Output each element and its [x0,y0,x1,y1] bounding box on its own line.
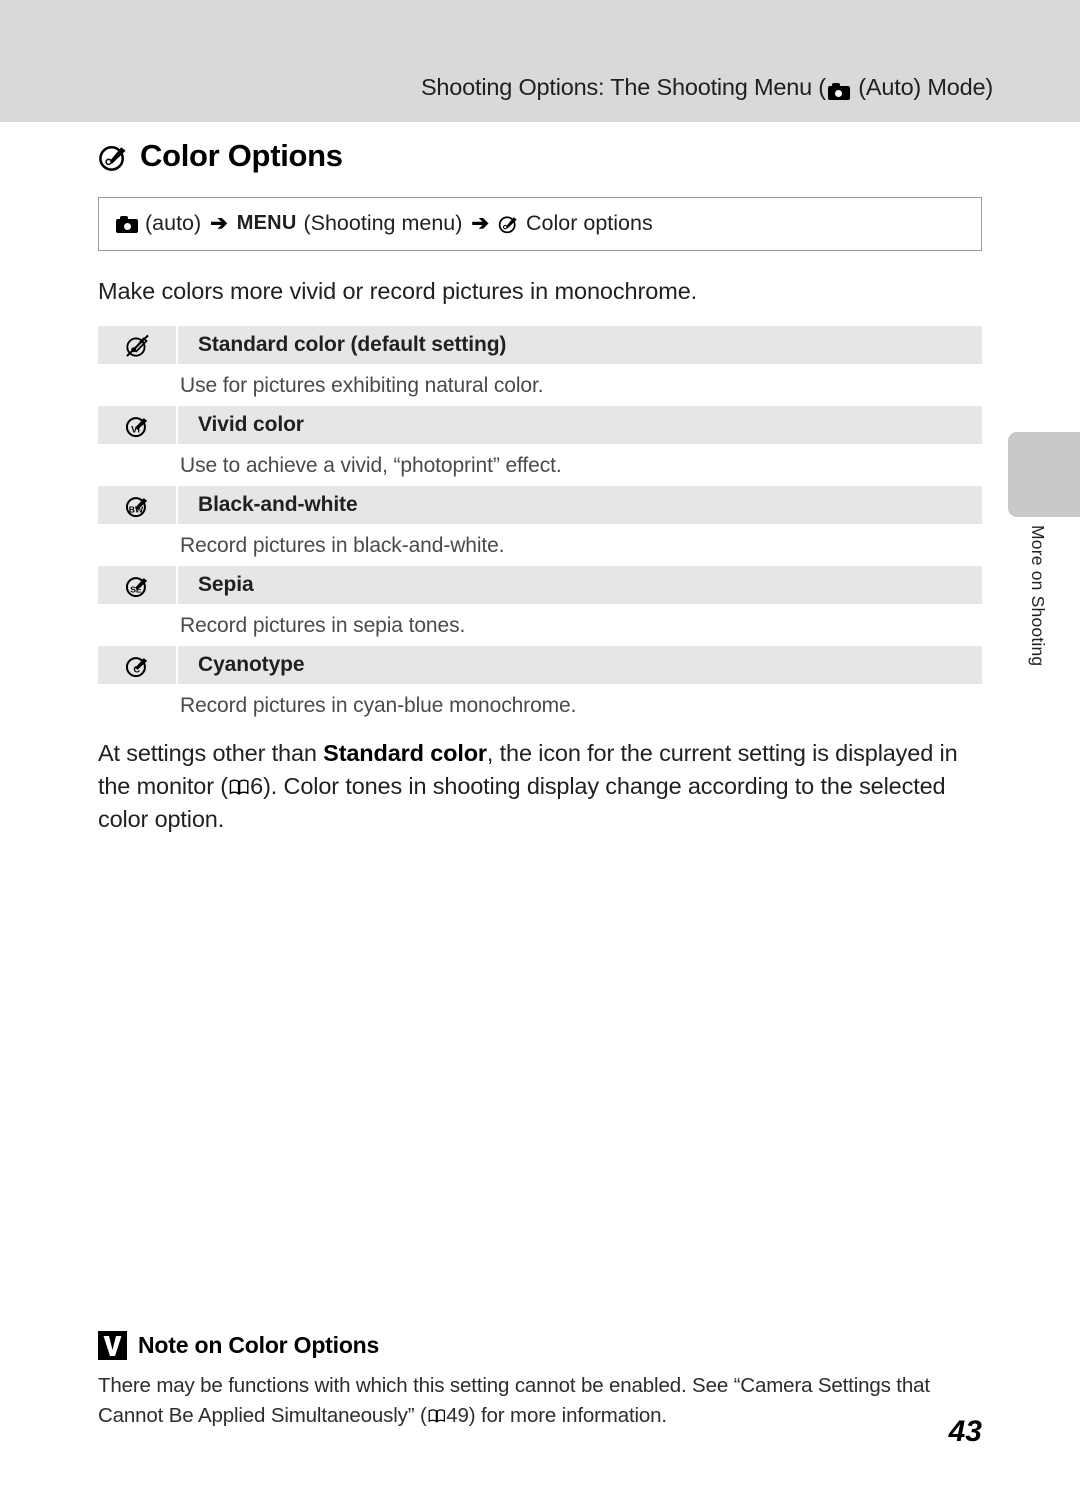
table-row: C Cyanotype [98,646,982,684]
running-header: Shooting Options: The Shooting Menu ( (A… [0,74,993,103]
section-tab-marker [1008,432,1080,517]
header-band [0,0,1080,122]
check-mark-badge-icon [98,1331,127,1360]
svg-text:C: C [133,664,140,674]
option-name: Vivid color [198,413,304,436]
page-title: Color Options [98,138,343,174]
breadcrumb-step-auto: (auto) [145,211,202,235]
table-row: Standard color (default setting) [98,326,982,364]
note-heading-text: Note on Color Options [138,1332,380,1358]
arrow-right-icon: ➔ [210,212,228,235]
option-description: Record pictures in cyan-blue monochrome. [98,685,982,726]
note-heading: Note on Color Options [98,1331,379,1360]
open-book-icon [428,1407,446,1425]
color-options-table: Standard color (default setting) Use for… [98,326,982,726]
breadcrumb-step-shooting-menu: (Shooting menu) [303,211,463,235]
camera-auto-icon [116,211,138,236]
svg-text:VI: VI [131,424,140,434]
section-tab-label: More on Shooting [1028,525,1048,667]
option-name: Cyanotype [198,653,305,676]
intro-text: Make colors more vivid or record picture… [98,278,698,304]
color-options-brush-icon [98,141,129,172]
body-part-1: At settings other than [98,740,324,766]
table-row: VI Vivid color [98,406,982,444]
color-options-brush-icon [498,213,519,234]
brush-sepia-icon: SE [98,566,178,604]
page-title-text: Color Options [140,138,343,173]
option-description: Record pictures in sepia tones. [98,605,982,646]
svg-text:BW: BW [128,504,143,514]
table-row: BW Black-and-white [98,486,982,524]
breadcrumb-menu-button-label: MENU [236,212,297,234]
option-description: Use to achieve a vivid, “photoprint” eff… [98,445,982,486]
brush-cyanotype-icon: C [98,646,178,684]
brush-crossed-out-icon [98,326,178,364]
breadcrumb-step-color-options: Color options [526,211,653,235]
open-book-icon [229,777,249,797]
brush-vivid-icon: VI [98,406,178,444]
body-page-ref: 6 [250,773,264,799]
note-body: There may be functions with which this s… [98,1371,998,1431]
table-row: SE Sepia [98,566,982,604]
body-bold-standard-color: Standard color [323,740,487,766]
option-name: Black-and-white [198,493,358,516]
note-body-part-2: ) for more information. [468,1404,667,1427]
running-header-text-after: (Auto) Mode) [851,74,993,100]
option-description: Record pictures in black-and-white. [98,525,982,566]
breadcrumb: (auto) ➔ MENU (Shooting menu) ➔ Color op… [98,197,982,251]
page-number: 43 [948,1415,982,1448]
body-paragraph: At settings other than Standard color, t… [98,737,988,836]
note-page-ref: 49 [446,1404,469,1427]
running-header-text-before: Shooting Options: The Shooting Menu ( [420,74,826,100]
camera-auto-icon [827,76,850,103]
arrow-right-icon-2: ➔ [471,212,490,235]
option-description: Use for pictures exhibiting natural colo… [98,365,982,406]
svg-text:SE: SE [130,584,142,594]
brush-black-and-white-icon: BW [98,486,178,524]
option-name: Sepia [198,573,254,596]
option-name: Standard color (default setting) [198,333,507,356]
